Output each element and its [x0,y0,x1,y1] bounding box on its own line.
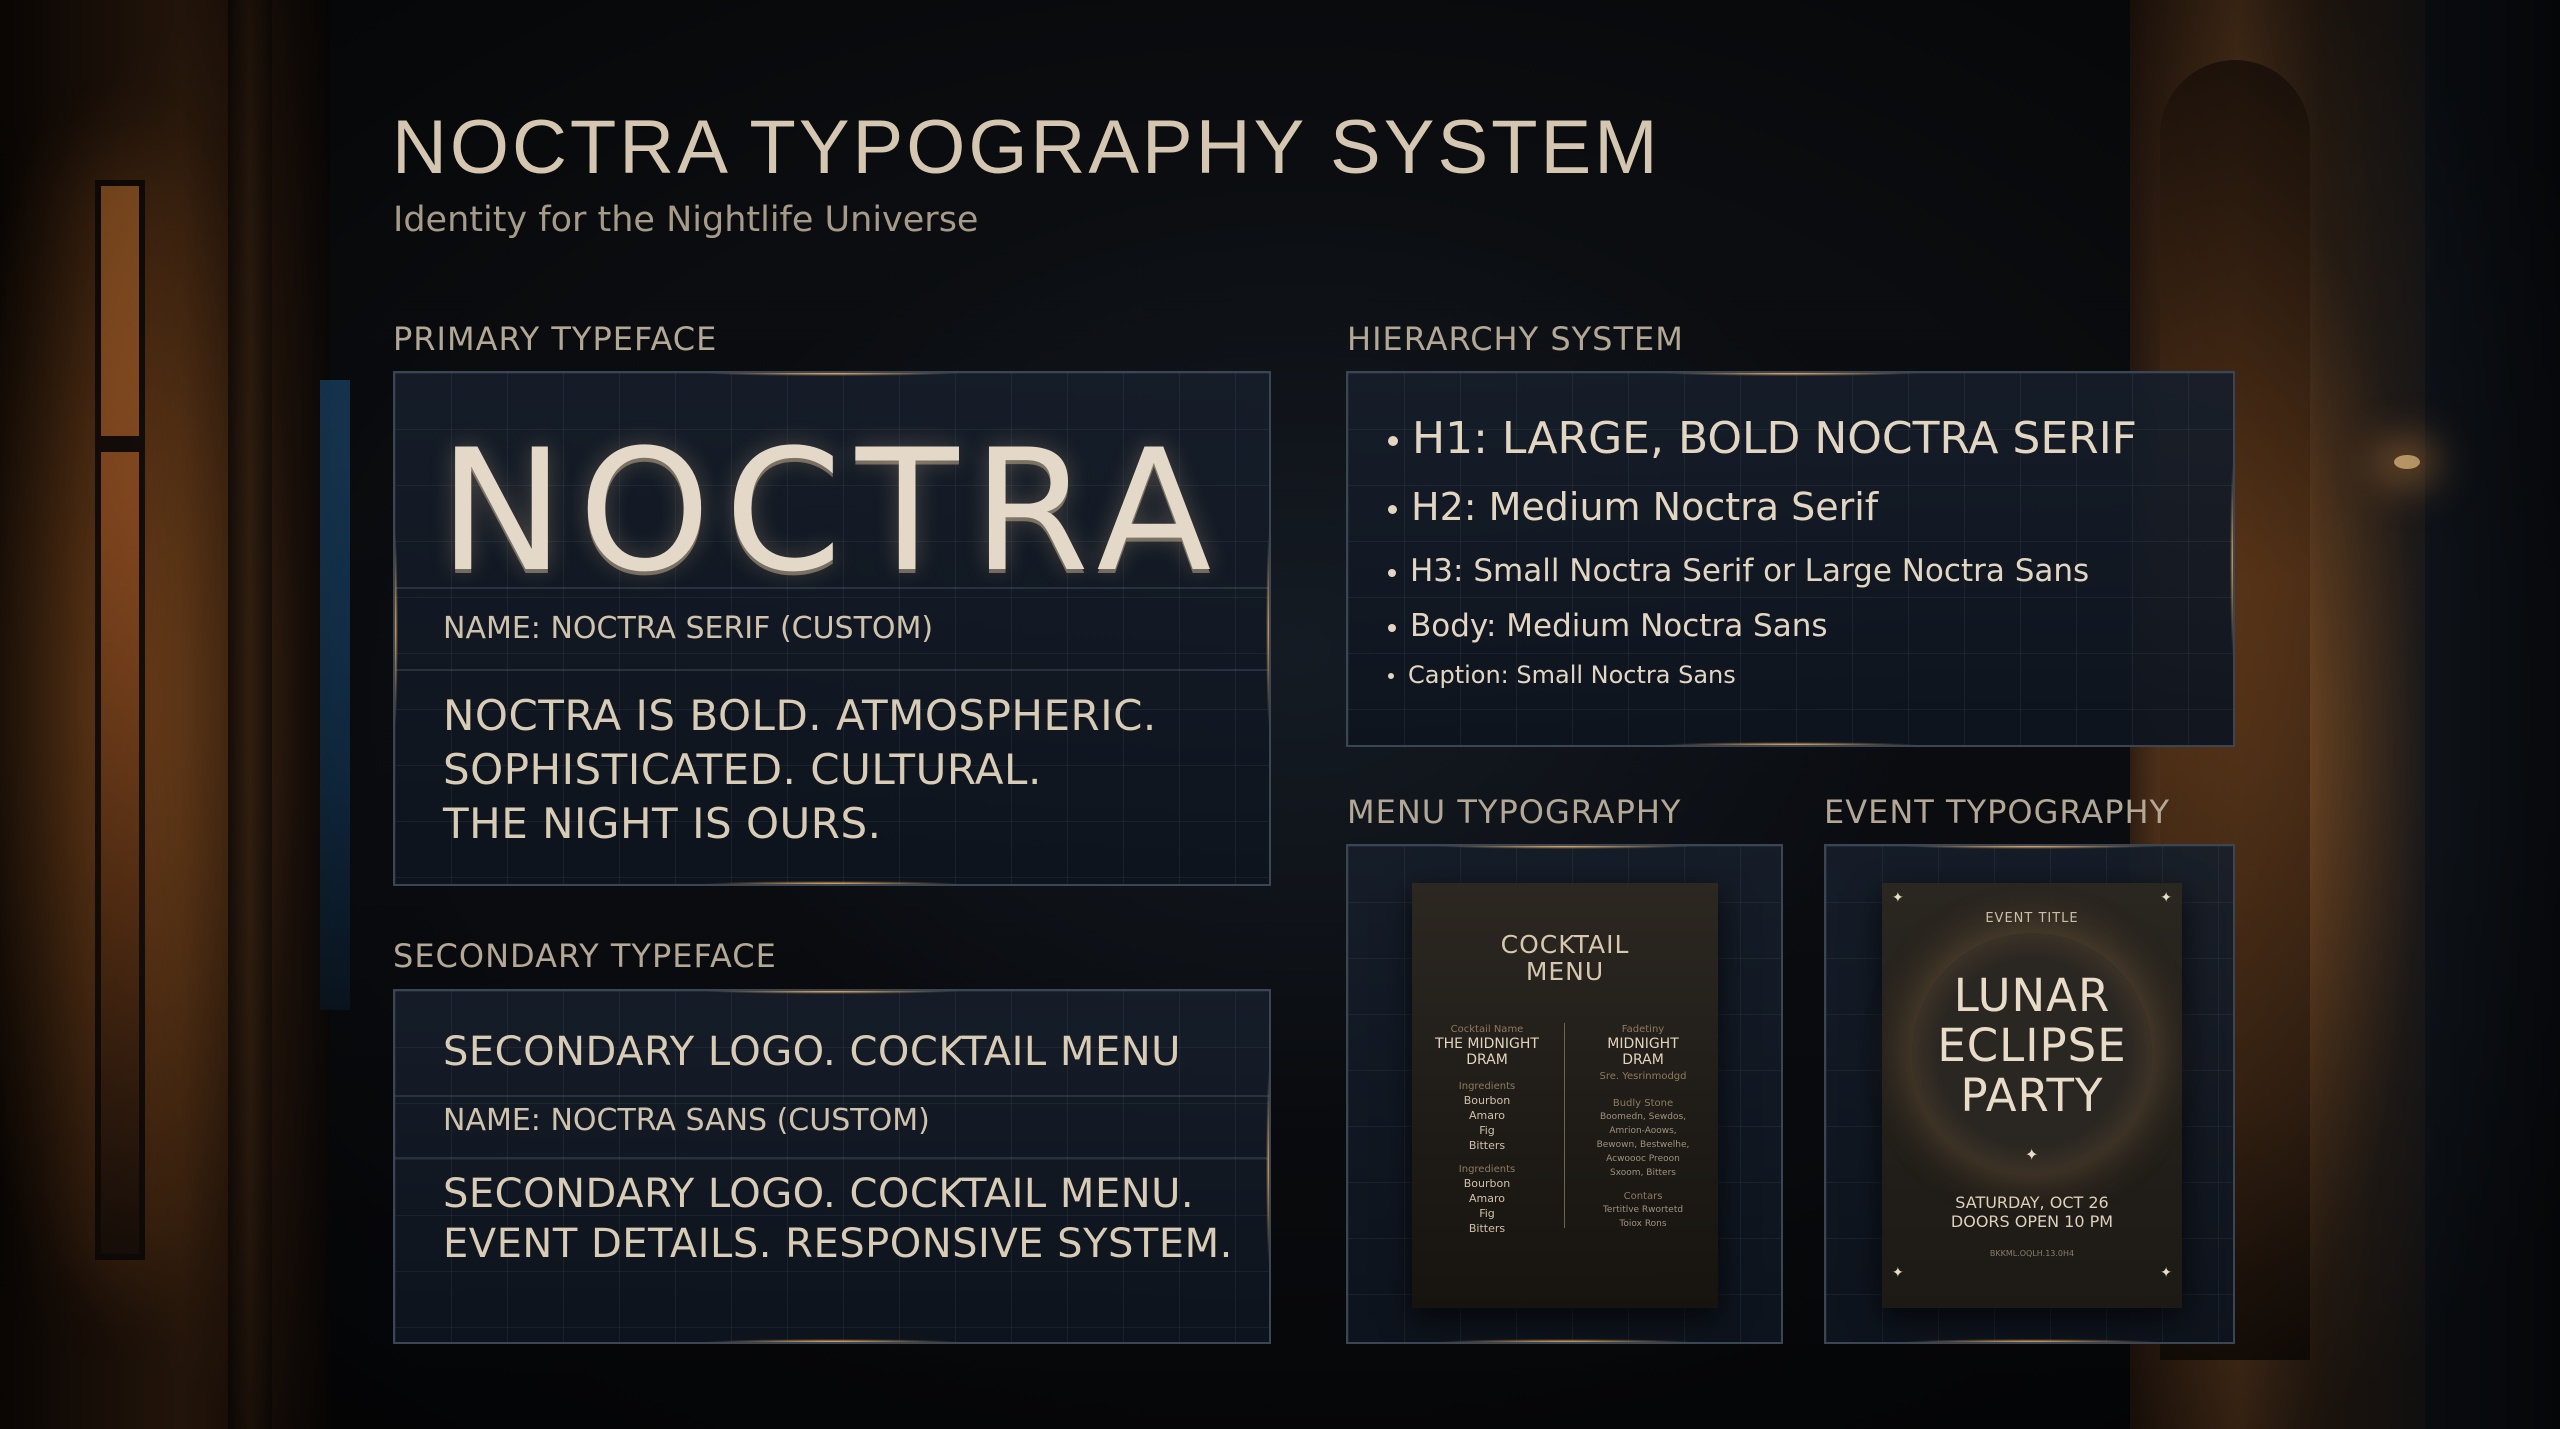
menu-column-divider [1564,1023,1565,1228]
event-typography-panel: ✦ ✦ ✦ ✦ ✦ EVENT TITLE LUNAR ECLIPSE PART… [1824,844,2235,1344]
panel-glow [1660,742,1921,745]
divider [395,1095,1269,1097]
menu-list-label: Budly Stone [1612,1098,1674,1109]
hierarchy-system-panel: H1: LARGE, BOLD NOCTRA SERIF H2: Medium … [1346,371,2235,747]
panel-glow [1434,846,1695,849]
secondary-heading: SECONDARY LOGO. COCKTAIL MENU [443,1029,1181,1075]
divider [395,1157,1269,1159]
menu-list-label: Contars [1623,1191,1663,1202]
menu-item-name: THE MIDNIGHT DRAM [1435,1036,1539,1068]
event-fine-print: BKKML.OQLH.13.0H4 [1989,1249,2075,1258]
divider [395,669,1269,671]
panel-glow [2230,459,2233,659]
secondary-typeface-panel: SECONDARY LOGO. COCKTAIL MENU NAME: NOCT… [393,989,1271,1344]
menu-ingredients-label: Ingredients [1458,1164,1516,1175]
panel-glow [702,1339,962,1342]
panel-glow [1899,1339,2160,1342]
sparkle-icon: ✦ [1892,1265,1904,1281]
hierarchy-item-h2: H2: Medium Noctra Serif [1388,485,1878,529]
page-subtitle: Identity for the Nightlife Universe [393,200,979,240]
statement-line: THE NIGHT IS OURS. [443,799,882,848]
statement-line: EVENT DETAILS. RESPONSIVE SYSTEM. [443,1221,1233,1267]
primary-statement: NOCTRA IS BOLD. ATMOSPHERIC. SOPHISTICAT… [443,689,1157,851]
menu-item-name: MIDNIGHT DRAM [1607,1036,1679,1068]
menu-typography-label: MENU TYPOGRAPHY [1347,793,1682,831]
panel-glow [702,881,962,884]
menu-column-left: Cocktail Name THE MIDNIGHT DRAM Ingredie… [1412,1023,1562,1246]
bullet-icon [1388,568,1396,577]
cocktail-menu-card: COCKTAIL MENU Cocktail Name THE MIDNIGHT… [1412,883,1718,1308]
event-date: SATURDAY, OCT 26 DOORS OPEN 10 PM [1950,1193,2114,1231]
hierarchy-item-h1: H1: LARGE, BOLD NOCTRA SERIF [1388,413,2137,464]
panel-glow [702,991,962,994]
page-title: NOCTRA TYPOGRAPHY SYSTEM [392,105,1661,190]
panel-glow [1660,373,1921,376]
statement-line: NOCTRA IS BOLD. ATMOSPHERIC. [443,691,1157,740]
bullet-icon [1388,673,1394,679]
menu-column-right: Fadetiny MIDNIGHT DRAM Sre. Yesrinmodgd … [1568,1023,1718,1241]
panel-glow [702,373,962,376]
divider [395,587,1269,589]
primary-typeface-panel: NOCTRA NAME: NOCTRA SERIF (CUSTOM) NOCTR… [393,371,1271,886]
panel-glow [1899,846,2160,849]
statement-line: SECONDARY LOGO. COCKTAIL MENU. [443,1171,1195,1217]
panel-glow [1434,1339,1695,1342]
statement-line: SOPHISTICATED. CULTURAL. [443,745,1042,794]
secondary-typeface-label: SECONDARY TYPEFACE [393,937,777,975]
menu-typography-panel: COCKTAIL MENU Cocktail Name THE MIDNIGHT… [1346,844,1783,1344]
primary-typeface-label: PRIMARY TYPEFACE [393,320,718,358]
hierarchy-system-label: HIERARCHY SYSTEM [1347,320,1684,358]
event-title: LUNAR ECLIPSE PARTY [1937,969,2127,1122]
menu-kicker: Cocktail Name [1450,1024,1524,1035]
bullet-icon [1388,505,1397,514]
secondary-typeface-name: NAME: NOCTRA SANS (CUSTOM) [443,1103,930,1138]
hierarchy-item-h3: H3: Small Noctra Serif or Large Noctra S… [1388,553,2089,589]
menu-title: COCKTAIL MENU [1500,930,1630,986]
secondary-statement: SECONDARY LOGO. COCKTAIL MENU. EVENT DET… [443,1169,1233,1269]
noctra-logo-wordmark: NOCTRA [438,413,1226,609]
hierarchy-item-body: Body: Medium Noctra Sans [1388,608,1828,644]
menu-ingredients-list: Bourbon Amaro Fig Bitters [1463,1177,1511,1235]
bullet-icon [1388,623,1396,632]
event-poster-card: ✦ ✦ ✦ ✦ ✦ EVENT TITLE LUNAR ECLIPSE PART… [1882,883,2182,1308]
menu-list: Boomedn, Sewdos, Amrion-Aoows, Bewown, B… [1596,1112,1690,1178]
event-kicker: EVENT TITLE [1985,911,2079,926]
menu-list: Tertitlve Rwortetd Toiox Rons [1602,1205,1684,1229]
menu-ingredients-list: Bourbon Amaro Fig Bitters [1463,1094,1511,1152]
menu-kicker: Fadetiny [1621,1024,1665,1035]
sparkle-icon: ✦ [2160,1265,2172,1281]
primary-typeface-name: NAME: NOCTRA SERIF (CUSTOM) [443,611,934,646]
event-typography-label: EVENT TYPOGRAPHY [1824,793,2171,831]
sparkle-icon: ✦ [1892,890,1904,906]
sparkle-icon: ✦ [2025,1145,2039,1164]
menu-ingredients-label: Ingredients [1458,1081,1516,1092]
bullet-icon [1388,436,1398,446]
hierarchy-item-caption: Caption: Small Noctra Sans [1388,661,1736,689]
sparkle-icon: ✦ [2160,890,2172,906]
menu-subline: Sre. Yesrinmodgd [1599,1071,1687,1082]
